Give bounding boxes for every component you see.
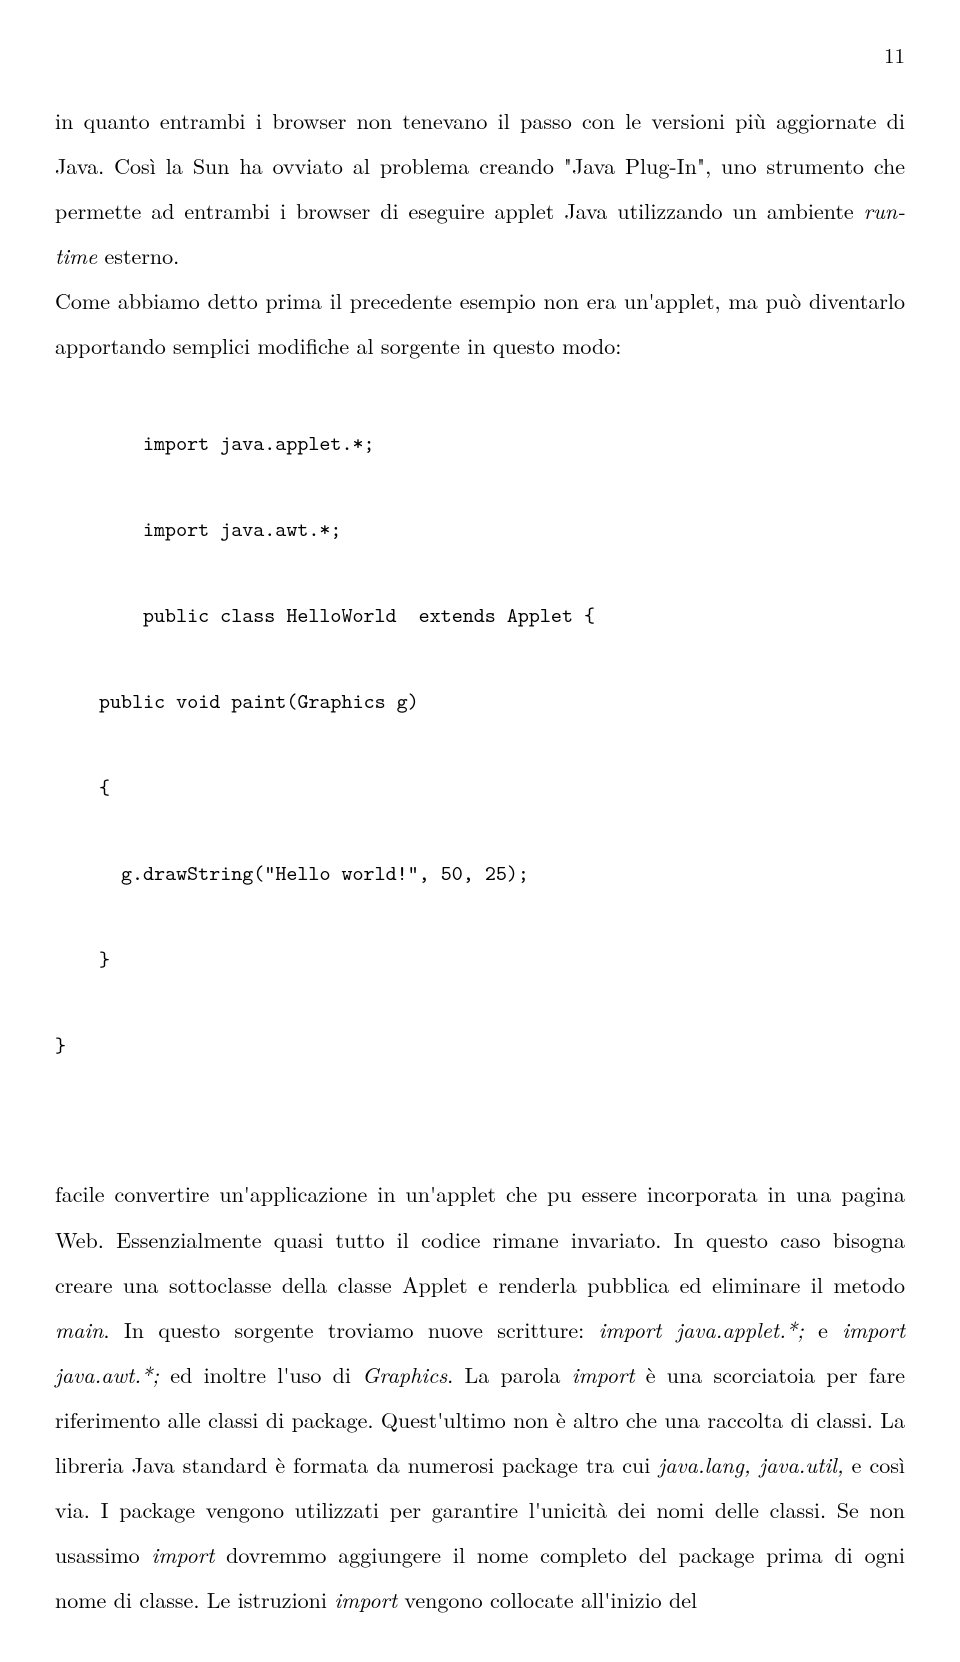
code-line: import java.applet.*; [55,422,905,465]
paragraph-2: Come abbiamo detto prima il precedente e… [55,278,905,368]
code-line: { [55,766,905,809]
italic-text: main [55,1314,103,1345]
italic-text: import [334,1584,397,1615]
code-line: } [55,1024,905,1067]
text: e [804,1314,842,1345]
italic-text: Graphics [362,1359,447,1390]
code-line: } [55,938,905,981]
text: vengono collocate all'inizio del [397,1584,697,1615]
text: facile convertire un'applicazione in un'… [55,1178,905,1299]
code-line: public class HelloWorld extends Applet { [55,594,905,637]
paragraph-1: in quanto entrambi i browser non tenevan… [55,98,905,278]
code-block: import java.applet.*; import java.awt.*;… [55,379,905,1154]
text: . La parola [447,1359,572,1390]
italic-text: import java.applet.*; [599,1314,804,1345]
text: ed inoltre l'uso di [159,1359,362,1390]
paragraph-3: facile convertire un'applicazione in un'… [55,1171,905,1622]
page: 11 in quanto entrambi i browser non tene… [0,0,960,1662]
text: esterno. [97,240,179,271]
code-line: public void paint(Graphics g) [55,680,905,723]
page-number: 11 [55,40,905,70]
italic-text: import [572,1359,635,1390]
text: . In questo sorgente troviamo nuove scri… [103,1314,598,1345]
text: in quanto entrambi i browser non tenevan… [55,105,905,226]
code-line: import java.awt.*; [55,508,905,551]
code-line: g.drawString("Hello world!", 50, 25); [55,852,905,895]
italic-text: import [152,1539,215,1570]
italic-text: java.lang, java.util, [658,1449,843,1480]
